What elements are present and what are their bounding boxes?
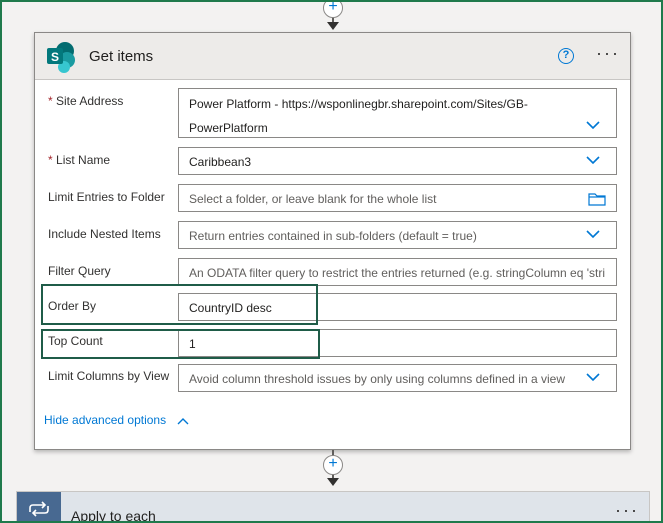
flow-canvas: + S Get items ? ··· * Site Address Power…	[0, 0, 663, 523]
top-count-highlight	[41, 329, 320, 359]
required-mark: *	[48, 94, 53, 108]
site-address-value-line2: PowerPlatform	[189, 121, 268, 135]
svg-text:S: S	[51, 50, 59, 64]
arrow-down-icon	[327, 22, 339, 30]
limit-columns-placeholder: Avoid column threshold issues by only us…	[189, 372, 565, 386]
chevron-down-icon[interactable]	[586, 229, 600, 239]
arrow-down-icon	[327, 478, 339, 486]
advanced-toggle-label: Hide advanced options	[44, 413, 167, 427]
list-name-value: Caribbean3	[189, 155, 252, 169]
chevron-down-icon[interactable]	[586, 155, 600, 165]
list-name-label: * List Name	[48, 153, 111, 167]
limit-entries-label: Limit Entries to Folder	[48, 190, 165, 204]
card-header[interactable]: S Get items ? ···	[35, 33, 630, 80]
site-address-value-line1: Power Platform - https://wsponlinegbr.sh…	[189, 97, 528, 111]
chevron-down-icon[interactable]	[586, 120, 600, 130]
chevron-down-icon[interactable]	[586, 372, 600, 382]
folder-icon[interactable]	[588, 192, 606, 206]
apply-to-each-card[interactable]: Apply to each ···	[16, 491, 650, 523]
filter-query-label: Filter Query	[48, 264, 111, 278]
card-title: Get items	[89, 48, 154, 65]
limit-entries-placeholder: Select a folder, or leave blank for the …	[189, 192, 437, 206]
more-options-icon[interactable]: ···	[615, 500, 639, 521]
help-icon[interactable]: ?	[558, 48, 574, 64]
hide-advanced-options-link[interactable]: Hide advanced options	[44, 413, 189, 427]
include-nested-field[interactable]: Return entries contained in sub-folders …	[178, 221, 617, 249]
add-step-top-icon[interactable]: +	[323, 2, 343, 18]
required-mark: *	[48, 153, 53, 167]
loop-icon	[17, 492, 61, 521]
get-items-card: S Get items ? ··· * Site Address Power P…	[34, 32, 631, 450]
site-address-label: * Site Address	[48, 94, 124, 108]
filter-query-placeholder: An ODATA filter query to restrict the en…	[189, 266, 606, 280]
add-step-bottom-icon[interactable]: +	[323, 455, 343, 475]
order-by-highlight	[41, 284, 318, 325]
loop-glyph-icon	[29, 501, 49, 517]
site-address-field[interactable]: Power Platform - https://wsponlinegbr.sh…	[178, 88, 617, 138]
filter-query-field[interactable]: An ODATA filter query to restrict the en…	[178, 258, 617, 286]
limit-columns-label: Limit Columns by View	[48, 369, 170, 383]
include-nested-placeholder: Return entries contained in sub-folders …	[189, 229, 477, 243]
limit-entries-field[interactable]: Select a folder, or leave blank for the …	[178, 184, 617, 212]
more-options-icon[interactable]: ···	[596, 43, 620, 64]
sharepoint-logo-icon: S	[47, 42, 75, 73]
include-nested-label: Include Nested Items	[48, 227, 161, 241]
chevron-up-icon	[177, 417, 189, 425]
apply-to-each-title: Apply to each	[71, 508, 156, 523]
limit-columns-field[interactable]: Avoid column threshold issues by only us…	[178, 364, 617, 392]
list-name-field[interactable]: Caribbean3	[178, 147, 617, 175]
